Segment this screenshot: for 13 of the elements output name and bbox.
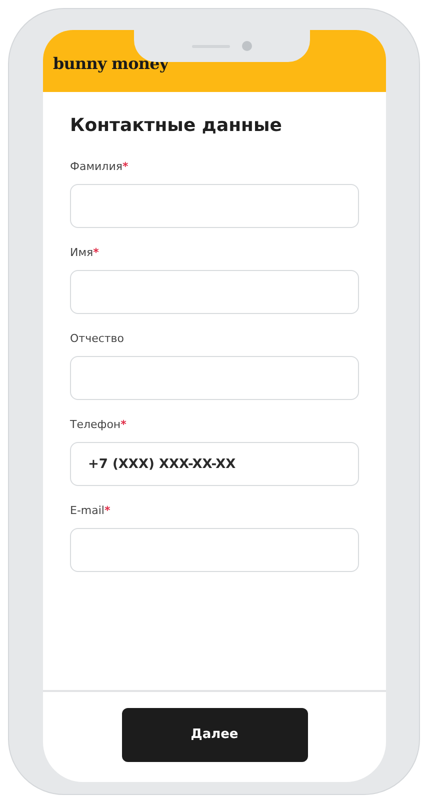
field-label: Отчество — [70, 332, 126, 346]
field-label: Телефон* — [70, 418, 128, 432]
logo: bunny money — [53, 56, 168, 72]
field-label: E-mail* — [70, 504, 112, 518]
text-field[interactable]: +7 (XXX) XXX-XX-XX — [70, 442, 359, 486]
next-button[interactable]: Далее — [122, 708, 308, 762]
section-title: Контактные данные — [70, 114, 283, 138]
text-field[interactable] — [70, 356, 359, 400]
field-label: Фамилия* — [70, 160, 130, 174]
field-label: Имя* — [70, 246, 100, 260]
text-field[interactable] — [70, 528, 359, 572]
text-field[interactable] — [70, 270, 359, 314]
text-field[interactable] — [70, 184, 359, 228]
